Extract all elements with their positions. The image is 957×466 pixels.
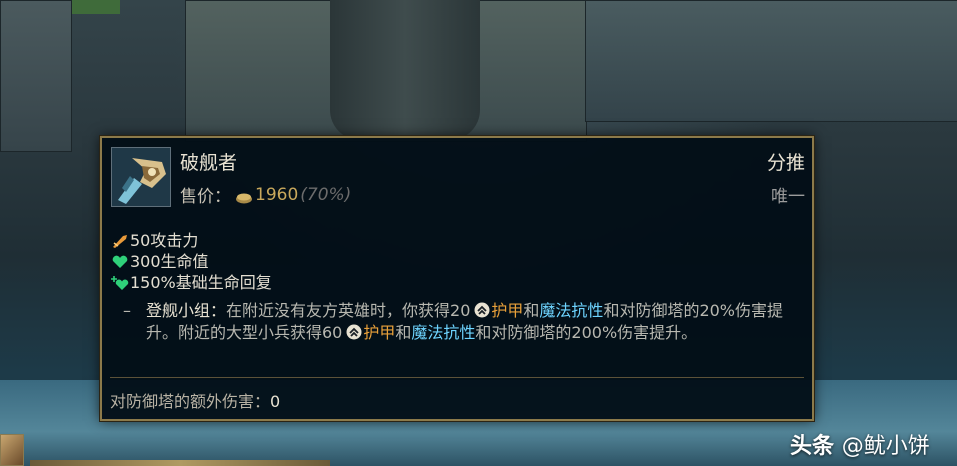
price-label: 售价： — [180, 187, 231, 207]
item-price-row: 售价： 1960 (70%) — [180, 182, 352, 208]
stat-row: 300生命值 — [111, 251, 272, 272]
hud-bottom-bar — [30, 460, 330, 466]
gold-icon — [235, 189, 253, 203]
footer-label: 对防御塔的额外伤害： — [110, 392, 271, 411]
armor-icon — [474, 302, 490, 318]
stat-text: 300生命值 — [130, 252, 209, 271]
item-category: 分推 — [766, 152, 805, 174]
item-stats: 50攻击力 300生命值 150%基础生命回复 — [111, 230, 272, 293]
stat-text: 50攻击力 — [130, 231, 199, 250]
passive-text: 和 — [395, 323, 412, 342]
health-icon — [111, 254, 129, 270]
passive-text: 在附近没有友方英雄时，你获得20 — [226, 301, 471, 320]
keyword-armor: 护甲 — [363, 323, 396, 342]
keyword-magic-resist: 魔法抗性 — [411, 323, 476, 342]
tooltip-divider — [110, 377, 804, 378]
tooltip-footer: 对防御塔的额外伤害：0 — [110, 388, 280, 412]
passive-dash: – — [123, 301, 131, 320]
stone-pillar — [330, 0, 480, 140]
passive-text: 和对防御塔的200%伤害提升。 — [475, 323, 698, 342]
attack-damage-icon — [111, 233, 129, 249]
item-tooltip: 破舰者 售价： 1960 (70%) 分推 唯一 50攻击力 300生命值 15… — [100, 136, 814, 421]
keyword-armor: 护甲 — [491, 301, 524, 320]
watermark-handle: @鱿小饼 — [841, 434, 930, 459]
keyword-magic-resist: 魔法抗性 — [539, 301, 604, 320]
passive-text: 和 — [523, 301, 540, 320]
item-name: 破舰者 — [180, 152, 238, 174]
champion-portrait-mini[interactable] — [0, 434, 24, 466]
watermark-brand: 头条 — [790, 434, 835, 459]
item-price-percent: (70%) — [300, 184, 352, 205]
health-regen-icon — [111, 275, 129, 291]
stat-row: 50攻击力 — [111, 230, 272, 251]
watermark: 头条 @鱿小饼 — [790, 428, 930, 460]
footer-value: 0 — [270, 392, 281, 411]
stone-wall-right — [585, 0, 957, 122]
passive-body: 登舰小组：在附近没有友方英雄时，你获得20 护甲和魔法抗性和对防御塔的20%伤害提… — [146, 300, 806, 344]
stat-text: 150%基础生命回复 — [130, 273, 272, 292]
stat-row: 150%基础生命回复 — [111, 272, 272, 293]
item-price: 1960 — [255, 184, 299, 205]
stone-wall-left — [0, 0, 72, 152]
passive-name: 登舰小组： — [146, 301, 227, 320]
item-unique-tag: 唯一 — [771, 187, 805, 207]
item-icon — [111, 147, 171, 207]
armor-icon — [346, 324, 362, 340]
